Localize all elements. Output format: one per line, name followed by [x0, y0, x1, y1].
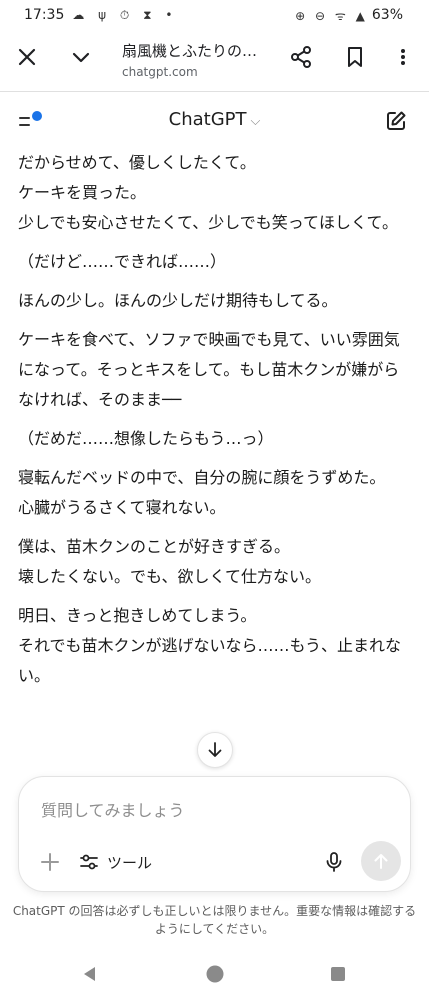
status-time: 17:35: [24, 7, 65, 23]
model-name: ChatGPT: [168, 109, 247, 130]
toolbar-divider: [0, 91, 429, 92]
status-bar: 17:35 ☁ ψ ⏱ ⧗ • ⊕ ⊖ ᯤ ▲ 63%: [0, 0, 429, 30]
chevron-down-icon: [72, 52, 90, 63]
close-tab-button[interactable]: [12, 42, 42, 72]
more-vert-icon: [401, 49, 405, 65]
tools-button[interactable]: ツール: [79, 847, 152, 877]
compose-icon: [387, 111, 406, 130]
share-button[interactable]: [286, 42, 316, 72]
message-paragraph: ケーキを食べて、ソファで映画でも見て、いい雰囲気になって。そっとキスをして。もし…: [18, 330, 400, 409]
microphone-icon: [326, 852, 342, 872]
bookmark-icon: [348, 47, 362, 67]
battery-level: 63%: [371, 7, 403, 23]
message-paragraph: （だけど……できれば……）: [18, 252, 227, 271]
bookmark-button[interactable]: [340, 42, 370, 72]
page-url: chatgpt.com: [122, 65, 198, 79]
message-paragraph: ほんの少し。ほんの少しだけ期待もしてる。: [18, 291, 338, 310]
model-selector[interactable]: ChatGPT ⌵: [0, 109, 429, 130]
recent-apps-button[interactable]: [328, 964, 348, 984]
more-options-button[interactable]: [388, 42, 418, 72]
send-button[interactable]: [361, 841, 401, 881]
status-system-icons: ⊕ ⊖ ᯤ ▲: [295, 8, 368, 23]
prompt-input[interactable]: 質問してみましょう: [41, 797, 185, 821]
page-title: 扇風機とふたりの…: [122, 42, 258, 60]
voice-input-button[interactable]: [323, 851, 345, 873]
message-paragraph: だからせめて、優しくしたくて。 ケーキを買った。 少しでも安心させたくて、少しで…: [18, 153, 399, 232]
message-paragraph: 明日、きっと抱きしめてしまう。 それでも苗木クンが逃げないなら……もう、止まれな…: [18, 606, 402, 685]
message-composer: 質問してみましょう ツール: [18, 776, 411, 892]
close-icon: [18, 48, 36, 66]
chevron-down-icon: ⌵: [250, 114, 261, 129]
assistant-message: だからせめて、優しくしたくて。 ケーキを買った。 少しでも安心させたくて、少しで…: [18, 148, 410, 773]
scroll-to-bottom-button[interactable]: [197, 732, 233, 768]
chat-header: ChatGPT ⌵: [0, 95, 429, 147]
recent-apps-icon: [331, 967, 345, 981]
message-paragraph: （だめだ……想像したらもう…っ）: [18, 429, 274, 448]
back-button[interactable]: [80, 964, 100, 984]
message-paragraph: 僕は、苗木クンのことが好きすぎる。 壊したくない。でも、欲しくて仕方ない。: [18, 537, 322, 586]
new-chat-button[interactable]: [384, 109, 410, 135]
message-paragraph: 寝転んだベッドの中で、自分の腕に顔をうずめた。 心臓がうるさくて寝れない。: [18, 468, 386, 517]
plus-icon: [41, 853, 59, 871]
back-triangle-icon: [84, 967, 95, 981]
home-circle-icon: [206, 965, 224, 983]
arrow-up-icon: [374, 854, 388, 869]
expand-toolbar-button[interactable]: [66, 42, 96, 72]
add-attachment-button[interactable]: [39, 851, 61, 873]
disclaimer-text: ChatGPT の回答は必ずしも正しいとは限りません。重要な情報は確認するように…: [12, 904, 417, 936]
status-notification-icons: ☁ ψ ⏱ ⧗ •: [72, 7, 178, 22]
tools-label: ツール: [107, 853, 153, 872]
system-navigation-bar: [0, 948, 429, 1000]
share-icon: [291, 46, 311, 68]
home-button[interactable]: [205, 964, 225, 984]
arrow-down-icon: [208, 742, 222, 757]
browser-toolbar: 扇風機とふたりの… chatgpt.com: [0, 32, 429, 88]
tools-sliders-icon: [80, 854, 98, 870]
